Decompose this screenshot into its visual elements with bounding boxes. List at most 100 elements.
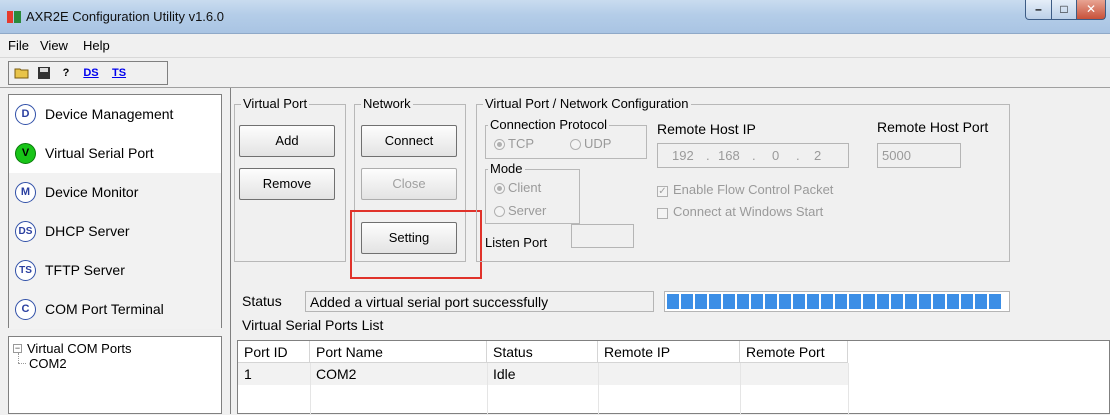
menu-help[interactable]: Help [83,38,110,53]
menu-file[interactable]: File [8,38,29,53]
minimize-button[interactable]: – [1025,0,1052,20]
remote-ip-input[interactable]: 192 . 168 . 0 . 2 [657,143,849,168]
group-title: Virtual Port / Network Configuration [483,96,691,111]
ip-dot: . [752,148,756,163]
status-label: Status [242,293,282,309]
server-radio[interactable] [494,206,505,217]
client-label: Client [508,180,542,195]
progress-segment [877,294,889,309]
tree-item-com2[interactable]: COM2 [29,356,67,371]
highlight-box [350,210,482,279]
close-icon: ✕ [1085,2,1097,16]
save-icon[interactable] [34,64,54,83]
nav-item-com-port-terminal[interactable]: C COM Port Terminal [9,290,221,329]
close-connection-button[interactable]: Close [361,168,457,200]
group-title: Network [361,96,413,111]
progress-segment [849,294,861,309]
nav-item-dhcp-server[interactable]: DS DHCP Server [9,212,221,251]
nav-item-tftp-server[interactable]: TS TFTP Server [9,251,221,290]
nav-item-device-management[interactable]: D Device Management [9,95,221,134]
flow-control-label: Enable Flow Control Packet [673,182,834,197]
remote-ip-label: Remote Host IP [657,121,756,137]
client-radio[interactable] [494,183,505,194]
toolbar-frame: ? DS TS [8,61,168,85]
grid-line [740,363,741,415]
remove-button[interactable]: Remove [239,168,335,200]
toolbar: ? DS TS [0,58,1110,88]
add-button[interactable]: Add [239,125,335,157]
group-title: Virtual Port [241,96,310,111]
remote-port-input[interactable]: 5000 [877,143,961,168]
com-port-terminal-icon: C [15,299,36,320]
progress-segment [989,294,1001,309]
column-header-status[interactable]: Status [487,341,598,363]
progress-segment [821,294,833,309]
title-bar: AXR2E Configuration Utility v1.6.0 – □ ✕ [0,0,1110,34]
udp-radio[interactable] [570,139,581,150]
ds-tool-button[interactable]: DS [79,64,103,83]
help-icon[interactable]: ? [56,64,76,83]
nav-label: Device Management [45,106,174,122]
nav-item-virtual-serial-port[interactable]: V Virtual Serial Port [9,134,221,173]
nav-label: TFTP Server [45,262,125,278]
progress-segment [807,294,819,309]
ts-tool-button[interactable]: TS [107,64,131,83]
nav-item-device-monitor[interactable]: M Device Monitor [9,173,221,212]
ip-octet-4: 2 [814,148,822,163]
connect-start-checkbox[interactable] [657,208,668,219]
nav-label: DHCP Server [45,223,130,239]
remote-port-label: Remote Host Port [877,119,989,135]
column-header-port-name[interactable]: Port Name [310,341,487,363]
grid-line [598,363,599,415]
ip-octet-1: 192 [672,148,694,163]
close-button[interactable]: ✕ [1076,0,1106,20]
progress-segment [751,294,763,309]
udp-label: UDP [584,136,612,151]
column-header-port-id[interactable]: Port ID [238,341,310,363]
status-progress-bar [664,291,1010,312]
server-label: Server [508,203,547,218]
table-row-remote-ip[interactable] [598,363,740,385]
ip-octet-2: 168 [718,148,740,163]
tree-connector [18,353,19,363]
list-title: Virtual Serial Ports List [242,317,384,333]
progress-segment [779,294,791,309]
connect-button[interactable]: Connect [361,125,457,157]
tcp-label: TCP [508,136,534,151]
maximize-button[interactable]: □ [1051,0,1077,20]
menu-view[interactable]: View [40,38,68,53]
grid-line [848,363,849,415]
menu-bar: File View Help [0,34,1110,58]
progress-segment [947,294,959,309]
table-row-remote-port[interactable] [740,363,848,385]
grid-line [310,363,311,415]
progress-segment [737,294,749,309]
progress-segment [891,294,903,309]
table-row-port-id[interactable]: 1 [238,363,310,385]
connect-start-label: Connect at Windows Start [673,204,824,219]
progress-segment [975,294,987,309]
progress-segment [765,294,777,309]
progress-segment [961,294,973,309]
virtual-com-tree: − Virtual COM Ports COM2 [8,336,222,414]
tree-root[interactable]: Virtual COM Ports [27,341,132,356]
open-folder-icon[interactable] [12,64,32,83]
ip-dot: . [796,148,800,163]
column-header-remote-ip[interactable]: Remote IP [598,341,740,363]
progress-segment [681,294,693,309]
dhcp-server-icon: DS [15,221,36,242]
app-icon [7,11,21,23]
collapse-icon[interactable]: − [13,344,22,353]
listen-port-input[interactable] [571,224,634,248]
device-management-icon: D [15,104,36,125]
column-header-remote-port[interactable]: Remote Port [740,341,848,363]
protocol-group: Connection Protocol TCP UDP [485,117,647,159]
progress-segment [919,294,931,309]
progress-segment [695,294,707,309]
virtual-ports-table: Port ID Port Name Status Remote IP Remot… [237,340,1110,415]
table-row-port-name[interactable]: COM2 [310,363,487,385]
configuration-group: Virtual Port / Network Configuration Con… [476,96,1010,262]
table-row-status[interactable]: Idle [487,363,598,385]
flow-control-checkbox[interactable]: ✓ [657,186,668,197]
tcp-radio[interactable] [494,139,505,150]
